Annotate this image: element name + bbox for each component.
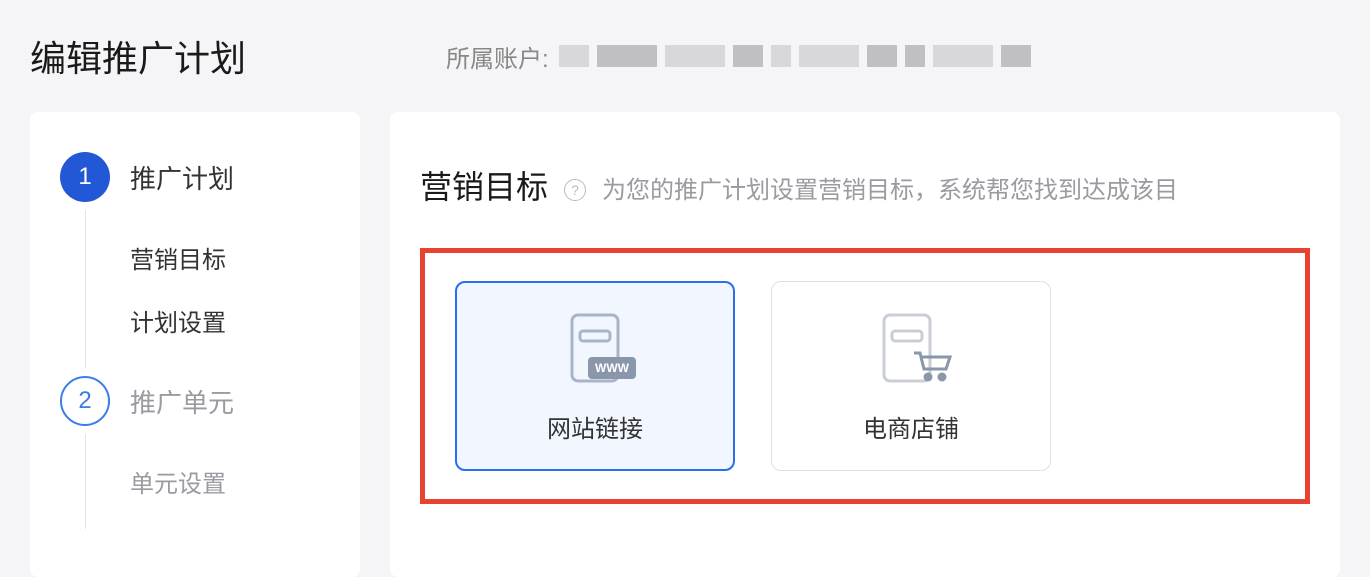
marketing-goal-options-highlight: WWW 网站链接 电商店 bbox=[420, 248, 1310, 504]
steps-sidebar: 1 推广计划 营销目标 计划设置 2 推广单元 单元设置 bbox=[30, 112, 360, 577]
website-link-icon: WWW bbox=[545, 309, 645, 389]
substep-plan-settings[interactable]: 计划设置 bbox=[130, 289, 330, 352]
step-1[interactable]: 1 推广计划 bbox=[60, 152, 330, 202]
option-label: 网站链接 bbox=[547, 409, 643, 444]
section-description: 为您的推广计划设置营销目标，系统帮您找到达成该目 bbox=[602, 170, 1178, 205]
step-2[interactable]: 2 推广单元 bbox=[60, 376, 330, 426]
step-label-1: 推广计划 bbox=[130, 159, 234, 196]
substep-unit-settings[interactable]: 单元设置 bbox=[130, 450, 330, 513]
option-ecommerce-store[interactable]: 电商店铺 bbox=[771, 281, 1051, 471]
ecommerce-store-icon bbox=[861, 309, 961, 389]
step-2-substeps: 单元设置 bbox=[85, 434, 330, 529]
account-label: 所属账户: bbox=[446, 39, 549, 74]
section-title: 营销目标 bbox=[420, 162, 548, 208]
page-header: 编辑推广计划 所属账户: bbox=[0, 0, 1370, 112]
main-panel: 营销目标 ? 为您的推广计划设置营销目标，系统帮您找到达成该目 WWW 网站链接 bbox=[390, 112, 1340, 577]
step-1-substeps: 营销目标 计划设置 bbox=[85, 210, 330, 368]
option-website-link[interactable]: WWW 网站链接 bbox=[455, 281, 735, 471]
page-title: 编辑推广计划 bbox=[30, 30, 246, 82]
account-value-redacted bbox=[559, 45, 1031, 67]
option-label: 电商店铺 bbox=[863, 409, 959, 444]
step-badge-2: 2 bbox=[60, 376, 110, 426]
section-header: 营销目标 ? 为您的推广计划设置营销目标，系统帮您找到达成该目 bbox=[420, 162, 1310, 208]
svg-text:WWW: WWW bbox=[595, 361, 630, 375]
help-icon[interactable]: ? bbox=[564, 179, 586, 201]
step-label-2: 推广单元 bbox=[130, 383, 234, 420]
account-info: 所属账户: bbox=[446, 39, 1031, 74]
substep-marketing-goal[interactable]: 营销目标 bbox=[130, 226, 330, 289]
step-badge-1: 1 bbox=[60, 152, 110, 202]
